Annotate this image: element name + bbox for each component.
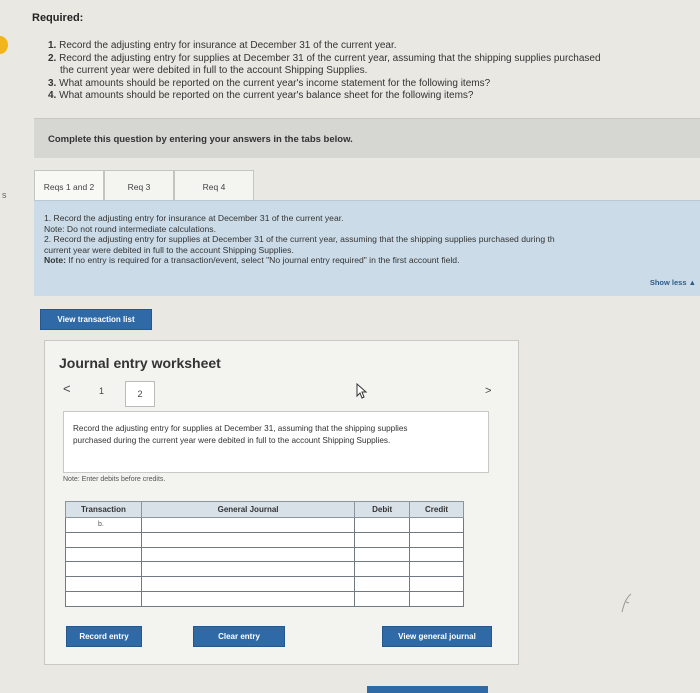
table-row bbox=[65, 561, 464, 578]
credit-input[interactable] bbox=[409, 561, 464, 578]
entry-description-box: Record the adjusting entry for supplies … bbox=[63, 411, 489, 473]
mouse-cursor-icon bbox=[355, 382, 371, 404]
page-2-button[interactable]: 2 bbox=[125, 381, 155, 407]
table-header-row: Transaction General Journal Debit Credit bbox=[65, 501, 464, 518]
requirement-item: the current year were debited in full to… bbox=[60, 65, 368, 76]
requirement-item: 2. Record the adjusting entry for suppli… bbox=[48, 52, 601, 64]
account-select[interactable] bbox=[140, 590, 356, 607]
instruction-bar: Complete this question by entering your … bbox=[34, 118, 700, 158]
next-page-button[interactable]: > bbox=[485, 385, 491, 397]
debit-input[interactable] bbox=[354, 590, 411, 607]
view-general-journal-button[interactable]: View general journal bbox=[382, 626, 492, 647]
transaction-cell bbox=[65, 546, 142, 563]
requirement-instructions: 1. Record the adjusting entry for insura… bbox=[44, 213, 555, 266]
journal-entry-table: Transaction General Journal Debit Credit… bbox=[65, 501, 464, 607]
req-line-2: Note: Do not round intermediate calculat… bbox=[44, 223, 216, 234]
prev-page-button[interactable]: < bbox=[63, 381, 71, 396]
transaction-cell bbox=[65, 531, 142, 548]
account-select[interactable] bbox=[140, 546, 356, 563]
show-less-link[interactable]: Show less ▲ bbox=[650, 278, 696, 287]
req-line-5: Note: If no entry is required for a tran… bbox=[44, 255, 460, 265]
requirement-panel: 1. Record the adjusting entry for insura… bbox=[34, 200, 700, 296]
debit-input[interactable] bbox=[354, 517, 411, 533]
debit-input[interactable] bbox=[354, 561, 411, 578]
tab-reqs-1-and-2[interactable]: Reqs 1 and 2 bbox=[34, 170, 104, 200]
column-header-debit: Debit bbox=[354, 501, 411, 518]
worksheet-title: Journal entry worksheet bbox=[59, 355, 221, 371]
credit-input[interactable] bbox=[409, 576, 464, 592]
instruction-text: Complete this question by entering your … bbox=[48, 134, 353, 145]
credit-input[interactable] bbox=[409, 531, 464, 548]
clear-entry-button[interactable]: Clear entry bbox=[193, 626, 285, 647]
table-row bbox=[65, 531, 464, 548]
debits-note: Note: Enter debits before credits. bbox=[63, 476, 166, 483]
transaction-cell bbox=[65, 590, 142, 607]
debit-input[interactable] bbox=[354, 546, 411, 563]
credit-input[interactable] bbox=[409, 590, 464, 607]
margin-mark: s bbox=[2, 190, 7, 200]
column-header-transaction: Transaction bbox=[65, 501, 142, 518]
page-1-button[interactable]: 1 bbox=[99, 386, 104, 396]
requirement-item: 1. Record the adjusting entry for insura… bbox=[48, 40, 397, 51]
requirement-item: 3. What amounts should be reported on th… bbox=[48, 77, 491, 89]
credit-input[interactable] bbox=[409, 517, 464, 533]
journal-entry-worksheet: Journal entry worksheet < 1 2 > Record t… bbox=[44, 340, 519, 665]
tab-req-4[interactable]: Req 4 bbox=[174, 170, 254, 200]
transaction-cell bbox=[65, 561, 142, 578]
req-line-1: 1. Record the adjusting entry for insura… bbox=[44, 213, 344, 223]
debit-input[interactable] bbox=[354, 531, 411, 548]
table-row bbox=[65, 546, 464, 563]
transaction-cell bbox=[65, 576, 142, 592]
required-heading: Required: bbox=[32, 12, 84, 24]
requirement-tabs: Reqs 1 and 2 Req 3 Req 4 bbox=[34, 170, 700, 200]
table-row bbox=[65, 590, 464, 607]
view-transaction-list-button[interactable]: View transaction list bbox=[40, 309, 152, 330]
table-row bbox=[65, 576, 464, 592]
column-header-general-journal: General Journal bbox=[140, 501, 356, 518]
requirement-item: 4. What amounts should be reported on th… bbox=[48, 90, 474, 101]
account-select[interactable] bbox=[140, 531, 356, 548]
bottom-blue-bar bbox=[367, 686, 488, 693]
account-select[interactable] bbox=[140, 517, 356, 533]
credit-input[interactable] bbox=[409, 546, 464, 563]
tab-req-3[interactable]: Req 3 bbox=[104, 170, 174, 200]
status-indicator-dot bbox=[0, 36, 8, 54]
table-row: b. bbox=[65, 517, 464, 533]
transaction-cell: b. bbox=[65, 517, 142, 533]
req-line-4: current year were debited in full to the… bbox=[44, 244, 294, 255]
record-entry-button[interactable]: Record entry bbox=[66, 626, 142, 647]
debit-input[interactable] bbox=[354, 576, 411, 592]
column-header-credit: Credit bbox=[409, 501, 464, 518]
req-line-3: 2. Record the adjusting entry for suppli… bbox=[44, 234, 555, 244]
requirements-list: 1. Record the adjusting entry for insura… bbox=[48, 40, 700, 103]
pen-mark-icon bbox=[616, 590, 636, 619]
account-select[interactable] bbox=[140, 561, 356, 578]
account-select[interactable] bbox=[140, 576, 356, 592]
entry-description: Record the adjusting entry for supplies … bbox=[73, 424, 408, 445]
